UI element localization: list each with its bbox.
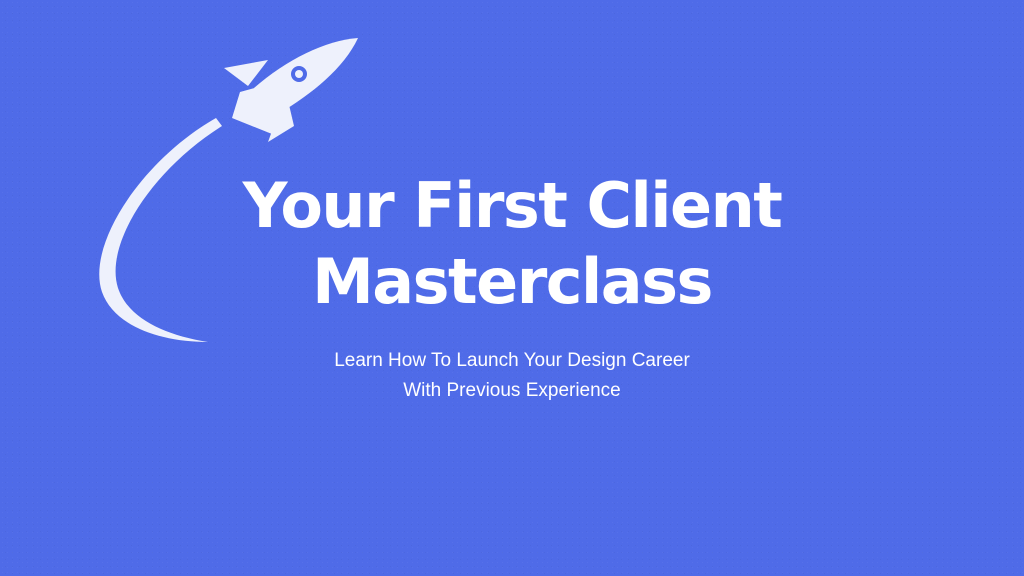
slide: Your First Client Masterclass Learn How …	[0, 0, 1024, 576]
page-title: Your First Client Masterclass	[0, 168, 1024, 320]
subtitle-line-2: With Previous Experience	[403, 380, 621, 401]
subtitle-line-1: Learn How To Launch Your Design Career	[334, 350, 690, 371]
title-line-1: Your First Client	[242, 169, 783, 242]
subtitle: Learn How To Launch Your Design Career W…	[0, 346, 1024, 406]
title-line-2: Masterclass	[312, 245, 713, 318]
rocket-icon	[224, 38, 358, 142]
rocket-window-glass	[295, 70, 303, 78]
